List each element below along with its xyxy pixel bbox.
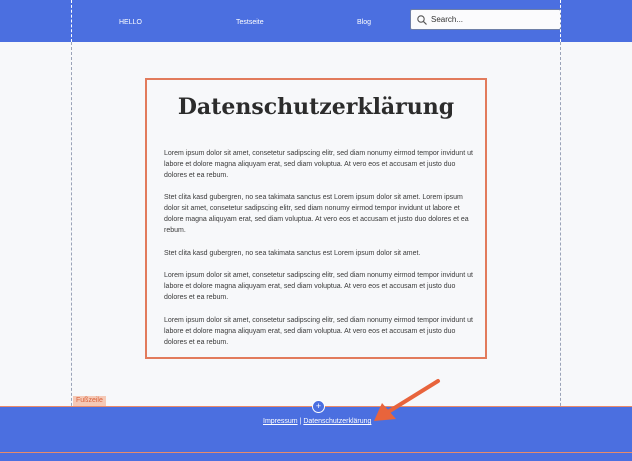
nav-item-blog[interactable]: Blog xyxy=(357,19,371,26)
nav-item-hello[interactable]: HELLO xyxy=(119,19,142,26)
content-box[interactable]: Datenschutzerklärung Lorem ipsum dolor s… xyxy=(145,78,487,359)
footer-links: Impressum | Datenschutzerklärung xyxy=(263,418,371,425)
paragraph-3: Stet clita kasd gubergren, no sea takima… xyxy=(164,250,421,257)
guide-line-right xyxy=(560,42,561,461)
paragraph-2: Stet clita kasd gubergren, no sea takima… xyxy=(164,194,469,234)
search-icon xyxy=(417,15,427,25)
paragraph-1: Lorem ipsum dolor sit amet, consetetur s… xyxy=(164,150,473,179)
header: HELLO Testseite Blog Search... xyxy=(0,0,632,42)
plus-icon: + xyxy=(315,401,322,411)
guide-line-left xyxy=(71,42,72,461)
guide-line-right-header xyxy=(560,0,561,42)
footer-section-tag[interactable]: Fußzeile xyxy=(73,396,106,406)
arrow-icon xyxy=(374,379,440,421)
footer-bottom-line xyxy=(0,452,632,453)
nav-item-testseite[interactable]: Testseite xyxy=(236,19,264,26)
page-title: Datenschutzerklärung xyxy=(177,94,455,120)
search-placeholder: Search... xyxy=(431,15,464,24)
add-section-button[interactable]: + xyxy=(312,400,325,413)
guide-line-left-header xyxy=(71,0,72,42)
paragraph-4: Lorem ipsum dolor sit amet, consetetur s… xyxy=(164,272,473,301)
impressum-link[interactable]: Impressum xyxy=(263,418,298,425)
search-input[interactable]: Search... xyxy=(410,9,561,30)
datenschutz-link[interactable]: Datenschutzerklärung xyxy=(303,418,371,425)
paragraph-5: Lorem ipsum dolor sit amet, consetetur s… xyxy=(164,317,473,346)
